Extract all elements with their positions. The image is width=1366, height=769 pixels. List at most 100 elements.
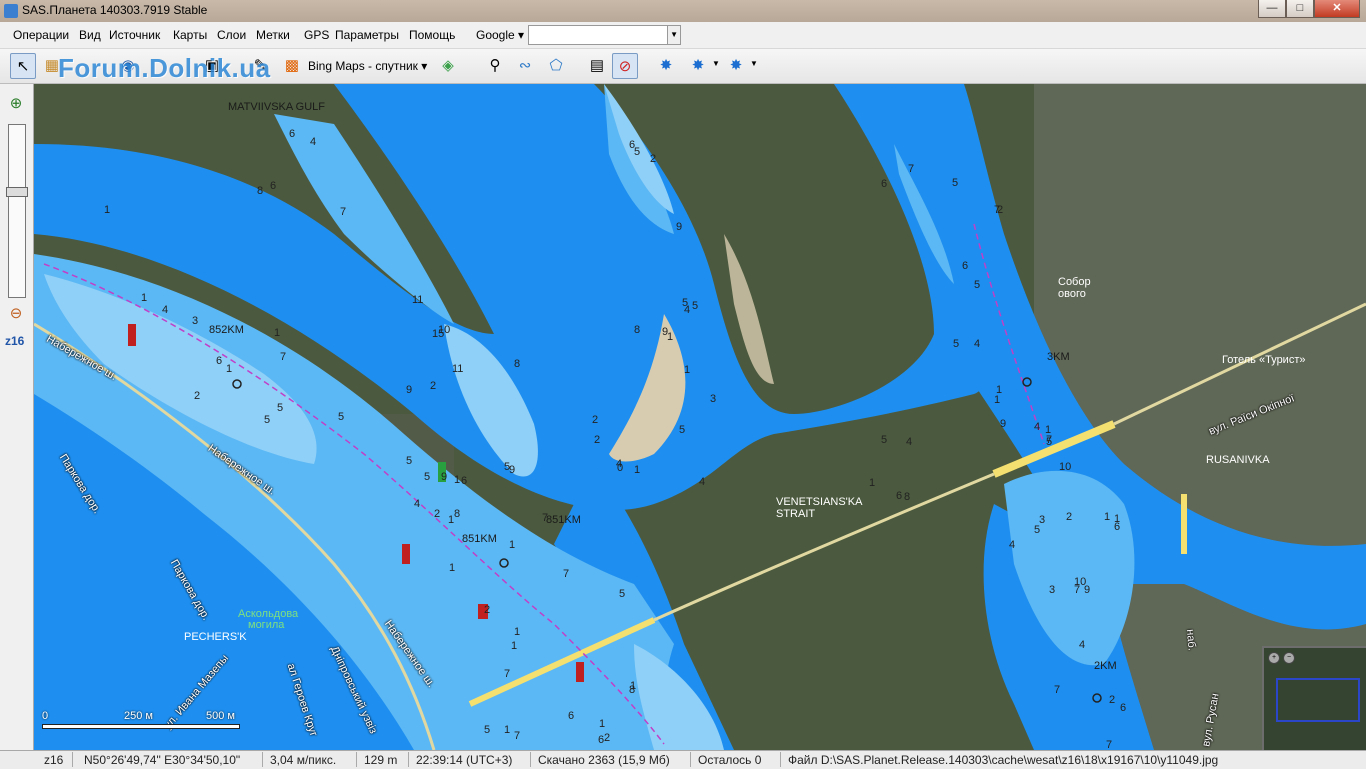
title-bar: SAS.Планета 140303.7919 Stable — □ ✕: [0, 0, 1366, 22]
depth-label: 6: [896, 490, 903, 502]
status-coordinates: N50°26'49,74" E30°34'50,10": [84, 753, 241, 767]
menu-help[interactable]: Помощь: [409, 28, 455, 42]
minimap-zoom-out-button[interactable]: −: [1283, 652, 1295, 664]
add-polygon-button[interactable]: ⬠: [544, 53, 568, 77]
map-label-km2: 2KM: [1094, 660, 1117, 672]
satellite-icon: ✸: [659, 57, 673, 74]
layer-type-button[interactable]: ▩: [280, 53, 304, 77]
scale-line: [42, 724, 240, 729]
pointer-tool-button[interactable]: ↖: [10, 53, 36, 79]
map-label-km3: 3KM: [1047, 351, 1070, 363]
depth-label: 5: [619, 588, 626, 600]
depth-label: 6: [629, 139, 636, 151]
overlay-button[interactable]: ◈: [436, 53, 460, 77]
path-icon: ∾: [518, 57, 532, 74]
depth-label: 7: [563, 568, 570, 580]
depth-label: 2: [1109, 694, 1116, 706]
hide-marks-button[interactable]: ⊘: [612, 53, 638, 79]
status-resolution: 3,04 м/пикс.: [270, 753, 337, 767]
depth-label: 5: [881, 434, 888, 446]
status-zoom: z16: [44, 753, 64, 767]
depth-label: 10: [1059, 461, 1072, 473]
gps-center-dropdown[interactable]: ▼: [750, 59, 758, 68]
zoom-slider[interactable]: [6, 124, 28, 298]
map-label-km851-a: 851KM: [546, 514, 581, 526]
menu-marks[interactable]: Метки: [256, 28, 290, 42]
maximize-button[interactable]: □: [1286, 0, 1314, 18]
forum-watermark: Forum.Dolnik.ua: [58, 53, 271, 83]
depth-label: 11: [452, 363, 464, 375]
minimap[interactable]: + −: [1262, 646, 1366, 750]
menu-parameters[interactable]: Параметры: [335, 28, 399, 42]
map-view[interactable]: MATVIIVSKA GULF 852KM 851KM 851KM VENETS…: [34, 84, 1366, 750]
depth-label: 4: [310, 136, 317, 148]
depth-label: 3: [710, 393, 717, 405]
layer-dropdown[interactable]: Bing Maps - спутник ▾: [308, 59, 427, 73]
menu-view[interactable]: Вид: [79, 28, 101, 42]
depth-label: 1: [449, 562, 456, 574]
satellite-center-icon: ✸: [729, 57, 743, 74]
depth-label: 2: [430, 380, 437, 392]
map-source-selector: Google ▾ ▼: [472, 25, 682, 45]
menu-layers[interactable]: Слои: [217, 28, 246, 42]
satellite-layer-icon: ▩: [284, 57, 300, 74]
polygon-icon: ⬠: [549, 57, 563, 74]
minimap-viewport[interactable]: [1276, 678, 1360, 722]
depth-label: 3: [1049, 584, 1056, 596]
depth-label: 1: [448, 514, 455, 526]
depth-label: 1: [1104, 511, 1111, 523]
gps-track-button[interactable]: ✸: [686, 53, 710, 77]
depth-label: 9: [1000, 418, 1007, 430]
depth-label: 7: [542, 512, 549, 524]
depth-label: 1: [869, 477, 876, 489]
menu-source[interactable]: Источник: [109, 28, 160, 42]
map-source-dropdown[interactable]: Google ▾: [472, 28, 528, 42]
depth-label: 6: [962, 260, 969, 272]
status-separator: [780, 752, 781, 767]
depth-label: 7: [1106, 739, 1113, 750]
gps-button[interactable]: ✸: [654, 53, 678, 77]
marks-list-button[interactable]: ▤: [585, 53, 609, 77]
depth-label: 8: [904, 491, 911, 503]
depth-label: 7: [340, 206, 347, 218]
menu-gps[interactable]: GPS: [304, 28, 329, 42]
gps-center-button[interactable]: ✸: [724, 53, 748, 77]
map-label-strait-2: STRAIT: [776, 508, 816, 520]
depth-label: 2: [484, 604, 491, 616]
search-input[interactable]: [528, 25, 669, 45]
search-dropdown-arrow[interactable]: ▼: [668, 25, 682, 45]
depth-label: 5: [264, 414, 271, 426]
depth-label: 1: [226, 363, 233, 375]
depth-label: 5: [277, 402, 284, 414]
zoom-out-icon: ⊖: [9, 305, 23, 322]
close-button[interactable]: ✕: [1314, 0, 1360, 18]
menu-maps[interactable]: Карты: [173, 28, 207, 42]
map-label-gulf: MATVIIVSKA GULF: [228, 101, 325, 113]
menu-operations[interactable]: Операции: [13, 28, 69, 42]
depth-label: 10: [1074, 576, 1087, 588]
scale-label-mid: 250 м: [124, 710, 153, 722]
add-placemark-button[interactable]: ⚲: [483, 53, 507, 77]
zoom-out-button[interactable]: ⊖: [6, 304, 26, 324]
depth-label: 2: [592, 414, 599, 426]
depth-label: 1: [509, 539, 516, 551]
status-remaining: Осталось 0: [698, 753, 762, 767]
map-label-km852: 852KM: [209, 324, 244, 336]
cursor-arrow-icon: ↖: [16, 58, 30, 75]
minimize-button[interactable]: —: [1258, 0, 1286, 18]
map-label-pechersk: PECHERS'K: [184, 631, 247, 643]
status-separator: [408, 752, 409, 767]
depth-label: 2: [434, 508, 441, 520]
status-separator: [262, 752, 263, 767]
zoom-slider-thumb[interactable]: [6, 187, 28, 197]
depth-label: 1: [996, 384, 1003, 396]
depth-label: 1: [667, 331, 674, 343]
window-title: SAS.Планета 140303.7919 Stable: [22, 3, 208, 17]
map-label-strait-1: VENETSIANS'KA: [776, 496, 863, 508]
depth-label: 5: [1034, 524, 1041, 536]
depth-label: 5: [692, 300, 699, 312]
zoom-in-button[interactable]: ⊕: [6, 94, 26, 114]
minimap-zoom-in-button[interactable]: +: [1268, 652, 1280, 664]
add-path-button[interactable]: ∾: [513, 53, 537, 77]
gps-track-dropdown[interactable]: ▼: [712, 59, 720, 68]
